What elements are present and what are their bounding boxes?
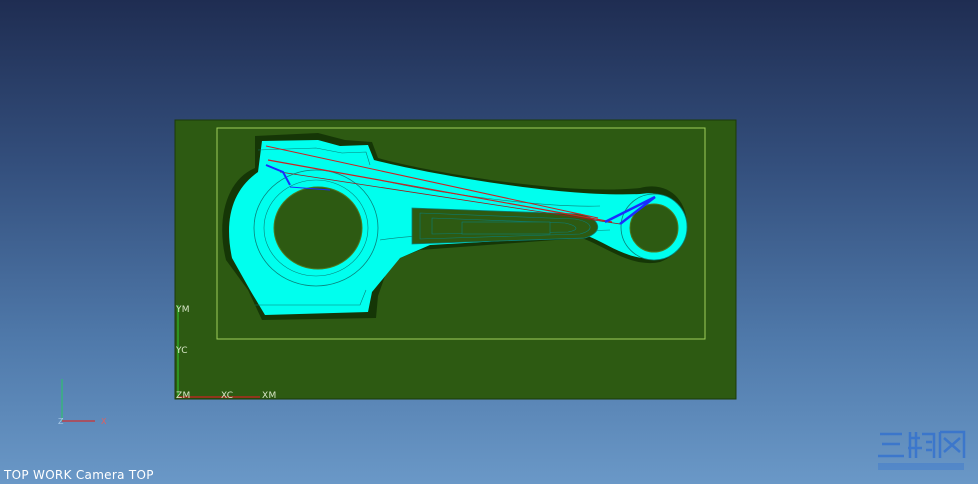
watermark-logo <box>876 428 968 474</box>
watermark-logo-icon <box>878 430 966 470</box>
big-end-bore <box>273 186 363 270</box>
xc-label: XC <box>221 391 234 401</box>
ym-label: YM <box>176 305 190 315</box>
triad-z-label: Z <box>58 417 64 426</box>
yc-label: YC <box>176 346 188 356</box>
xm-label: XM <box>262 391 277 401</box>
shank-slot <box>461 221 551 235</box>
part-view[interactable] <box>0 0 978 484</box>
view-status-text: TOP WORK Camera TOP <box>4 468 154 482</box>
graphics-viewport[interactable]: YM YC ZM XC XM Z X TOP WORK Camera TOP <box>0 0 978 484</box>
triad-x-label: X <box>101 417 107 426</box>
zm-label: ZM <box>176 391 191 401</box>
